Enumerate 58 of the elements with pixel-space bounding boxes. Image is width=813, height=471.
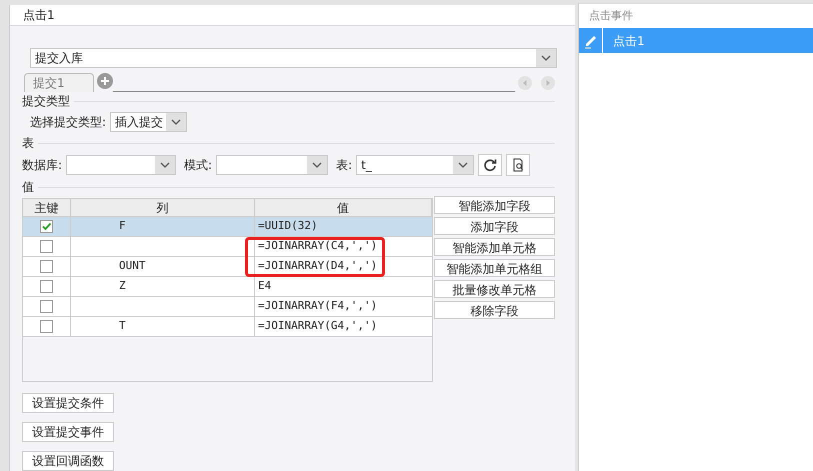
chevron-down-icon (171, 119, 182, 125)
chevron-down-icon (312, 162, 322, 168)
action-button[interactable]: 批量修改单元格 (434, 280, 555, 298)
action-button[interactable]: 添加字段 (434, 217, 555, 235)
dialog-title: 点击1 (23, 7, 55, 24)
action-button[interactable]: 智能添加字段 (434, 196, 555, 214)
column-header: 主键 (23, 199, 71, 216)
table-row[interactable]: =JOINARRAY(F4,',') (23, 297, 432, 317)
action-button[interactable]: 设置提交条件 (22, 393, 114, 413)
schema-dropdown[interactable] (216, 155, 328, 175)
checkbox[interactable] (40, 280, 53, 293)
table-row[interactable]: =JOINARRAY(C4,',') (23, 237, 432, 257)
table-cell-text: OUNT (119, 258, 146, 274)
checkbox[interactable] (40, 260, 53, 273)
action-button[interactable]: 设置回调函数 (22, 451, 114, 471)
action-button[interactable]: 智能添加单元格 (434, 238, 555, 256)
table-cell-text: =UUID(32) (258, 218, 318, 234)
add-icon[interactable] (97, 73, 113, 89)
preview-icon[interactable] (506, 154, 530, 176)
action-button[interactable]: 移除字段 (434, 301, 555, 319)
tab[interactable]: 提交1 (24, 73, 94, 92)
table-row[interactable]: Z E4 (23, 277, 432, 297)
field-label: 选择提交类型: (30, 114, 106, 131)
section-heading: 值 (22, 179, 34, 196)
database-dropdown[interactable] (66, 155, 176, 175)
event-label: 点击1 (613, 32, 645, 50)
table-row[interactable]: F =UUID(32) (23, 217, 432, 237)
action-button[interactable]: 设置提交事件 (22, 422, 114, 442)
table-cell-text: =JOINARRAY(F4,',') (258, 298, 378, 314)
checkbox[interactable] (40, 220, 53, 233)
table-cell-text: =JOINARRAY(C4,',') (258, 238, 378, 254)
table-cell-text: Z (119, 278, 126, 294)
table-row[interactable]: T =JOINARRAY(G4,',') (23, 317, 432, 337)
field-label: 数据库: (22, 157, 62, 174)
table-cell-text: =JOINARRAY(D4,',') (258, 258, 378, 274)
action-button[interactable]: 智能添加单元格组 (434, 259, 555, 277)
checkbox[interactable] (40, 240, 53, 253)
table-cell-text: E4 (258, 278, 272, 294)
column-header: 值 (255, 199, 432, 216)
table-cell-text: T (119, 318, 126, 334)
submit-type-dropdown[interactable]: 插入提交 (110, 112, 188, 132)
refresh-icon[interactable] (478, 154, 502, 176)
table-row[interactable]: OUNT =JOINARRAY(D4,',') (23, 257, 432, 277)
checkbox[interactable] (40, 320, 53, 333)
column-header: 列 (71, 199, 255, 216)
section-heading: 表 (22, 135, 34, 152)
chevron-down-icon (160, 162, 170, 168)
field-label: 模式: (184, 157, 212, 174)
table-cell-text: F (119, 218, 126, 234)
checkbox[interactable] (40, 300, 53, 313)
panel-heading: 点击事件 (589, 8, 633, 24)
action-dropdown[interactable]: 提交入库 (30, 48, 557, 68)
table-dropdown[interactable]: t_ (356, 155, 474, 175)
table-cell-text: =JOINARRAY(G4,',') (258, 318, 378, 334)
chevron-down-icon (541, 55, 551, 61)
section-heading: 提交类型 (22, 93, 70, 110)
chevron-down-icon (458, 162, 468, 168)
field-label: 表: (336, 157, 352, 174)
